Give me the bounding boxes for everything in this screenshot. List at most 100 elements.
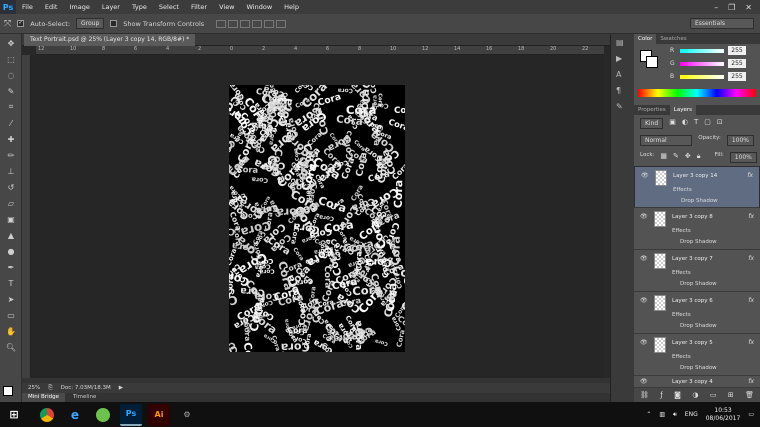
link-icon[interactable]: ⛓︎: [640, 391, 649, 399]
lock-position-icon[interactable]: ✥: [685, 152, 691, 163]
lock-pixels-icon[interactable]: ▦: [660, 152, 667, 163]
restore-button[interactable]: ❐: [728, 3, 735, 12]
workspace-dropdown[interactable]: Essentials: [690, 18, 754, 29]
status-arrow-icon[interactable]: ▶: [119, 385, 123, 391]
blue-value[interactable]: 255: [728, 72, 746, 81]
opacity-field[interactable]: 100%: [726, 135, 754, 146]
align-left-icon[interactable]: [252, 19, 263, 28]
pixel-filter-icon[interactable]: ▣: [669, 118, 676, 129]
history-brush-tool-icon[interactable]: ↺: [3, 180, 19, 194]
smart-filter-icon[interactable]: ⊡: [717, 118, 723, 129]
adjustment-filter-icon[interactable]: ◐: [682, 118, 688, 129]
move-tool-icon[interactable]: ✥: [3, 36, 19, 50]
fx-icon[interactable]: fx: [748, 255, 754, 262]
steam-icon[interactable]: ⚙: [176, 404, 198, 426]
menu-image[interactable]: Image: [63, 0, 95, 14]
marquee-tool-icon[interactable]: ⬚: [3, 52, 19, 66]
brush-presets-icon[interactable]: ✎: [616, 102, 630, 114]
tab-swatches[interactable]: Swatches: [656, 34, 690, 44]
fx-icon[interactable]: fx: [748, 339, 754, 346]
volume-icon[interactable]: 🔊︎: [673, 411, 677, 419]
align-top-icon[interactable]: [216, 19, 227, 28]
fx-icon[interactable]: fx: [748, 378, 754, 385]
menu-help[interactable]: Help: [278, 0, 305, 14]
healing-brush-tool-icon[interactable]: ✚: [3, 132, 19, 146]
lasso-tool-icon[interactable]: ◌: [3, 68, 19, 82]
shape-tool-icon[interactable]: ▭: [3, 308, 19, 322]
trash-icon[interactable]: 🗑︎: [745, 391, 754, 399]
layer-name[interactable]: Layer 3 copy 5: [672, 340, 713, 346]
shape-filter-icon[interactable]: ▢: [704, 118, 711, 129]
green-value[interactable]: 255: [728, 59, 746, 68]
green-slider[interactable]: [680, 61, 724, 66]
eye-icon[interactable]: 👁︎: [640, 378, 648, 385]
tab-properties[interactable]: Properties: [634, 105, 670, 115]
path-select-tool-icon[interactable]: ➤: [3, 292, 19, 306]
clone-stamp-tool-icon[interactable]: ⊥: [3, 164, 19, 178]
hand-tool-icon[interactable]: ✋: [3, 324, 19, 338]
layer-row[interactable]: 👁︎ Layer 3 copy 8 fx Effects Drop Shadow: [634, 208, 760, 250]
color-spectrum[interactable]: [638, 89, 756, 97]
layer-name[interactable]: Layer 3 copy 6: [672, 298, 713, 304]
layer-name[interactable]: Layer 3 copy 8: [672, 214, 713, 220]
align-center-icon[interactable]: [264, 19, 275, 28]
history-icon[interactable]: ▤: [616, 38, 630, 50]
document-canvas[interactable]: Cora Cora Cora Cora Cora Cora Cora Cora Cora Cora…: [229, 85, 405, 352]
photoshop-taskbar-icon[interactable]: Ps: [120, 403, 142, 426]
eye-icon[interactable]: 👁︎: [640, 213, 648, 220]
color-swatches[interactable]: [3, 386, 19, 402]
red-slider[interactable]: [680, 48, 724, 53]
menu-select[interactable]: Select: [153, 0, 185, 14]
fx-icon[interactable]: fx: [748, 297, 754, 304]
menu-edit[interactable]: Edit: [39, 0, 64, 14]
layer-name[interactable]: Layer 3 copy 7: [672, 256, 713, 262]
quick-select-tool-icon[interactable]: ✎: [3, 84, 19, 98]
blur-tool-icon[interactable]: ▲: [3, 228, 19, 242]
illustrator-taskbar-icon[interactable]: Ai: [148, 403, 170, 426]
dodge-tool-icon[interactable]: ●: [3, 244, 19, 258]
show-transform-checkbox[interactable]: [110, 20, 118, 27]
chrome-icon[interactable]: [36, 404, 58, 426]
menu-view[interactable]: View: [213, 0, 240, 14]
align-right-icon[interactable]: [276, 19, 287, 28]
close-button[interactable]: ✕: [745, 3, 752, 12]
tab-layers[interactable]: Layers: [669, 105, 696, 115]
move-tool-icon[interactable]: ⤧: [4, 19, 11, 29]
tab-color[interactable]: Color: [634, 34, 657, 44]
layer-name[interactable]: Layer 3 copy 14: [673, 173, 717, 179]
edge-icon[interactable]: e: [64, 404, 86, 426]
tab-mini-bridge[interactable]: Mini Bridge: [22, 393, 65, 402]
character-icon[interactable]: A: [616, 70, 630, 82]
kind-filter-dropdown[interactable]: Kind: [640, 118, 664, 129]
fx-icon[interactable]: fx: [748, 213, 754, 220]
adjustment-icon[interactable]: ◑: [692, 391, 698, 399]
mask-icon[interactable]: ◙: [674, 391, 681, 399]
language-indicator[interactable]: ENG: [685, 411, 698, 418]
gradient-tool-icon[interactable]: ▣: [3, 212, 19, 226]
new-layer-icon[interactable]: ⊞: [728, 391, 734, 399]
type-filter-icon[interactable]: T: [694, 118, 698, 129]
type-tool-icon[interactable]: T: [3, 276, 19, 290]
menu-type[interactable]: Type: [126, 0, 153, 14]
blue-slider[interactable]: [680, 74, 724, 79]
brush-tool-icon[interactable]: ✏: [3, 148, 19, 162]
zoom-tool-icon[interactable]: 🔍︎: [3, 340, 19, 354]
folder-icon[interactable]: ▭: [710, 391, 717, 399]
align-bottom-icon[interactable]: [240, 19, 251, 28]
tab-timeline[interactable]: Timeline: [67, 393, 102, 402]
fx-icon[interactable]: fx: [747, 172, 753, 179]
red-value[interactable]: 255: [728, 46, 746, 55]
document-tab[interactable]: Text Portrait.psd @ 25% (Layer 3 copy 14…: [24, 34, 196, 46]
minimize-button[interactable]: –: [714, 3, 718, 12]
eyedropper-tool-icon[interactable]: ⁄: [3, 116, 19, 130]
paragraph-icon[interactable]: ¶: [616, 86, 630, 98]
menu-file[interactable]: File: [16, 0, 39, 14]
fill-field[interactable]: 100%: [729, 152, 757, 163]
eye-icon[interactable]: 👁︎: [641, 172, 649, 179]
layer-name[interactable]: Layer 3 copy 4: [672, 379, 713, 385]
menu-filter[interactable]: Filter: [185, 0, 213, 14]
uplay-icon[interactable]: [92, 404, 114, 426]
align-middle-icon[interactable]: [228, 19, 239, 28]
auto-select-dropdown[interactable]: Group: [76, 18, 105, 29]
eye-icon[interactable]: 👁︎: [640, 297, 648, 304]
